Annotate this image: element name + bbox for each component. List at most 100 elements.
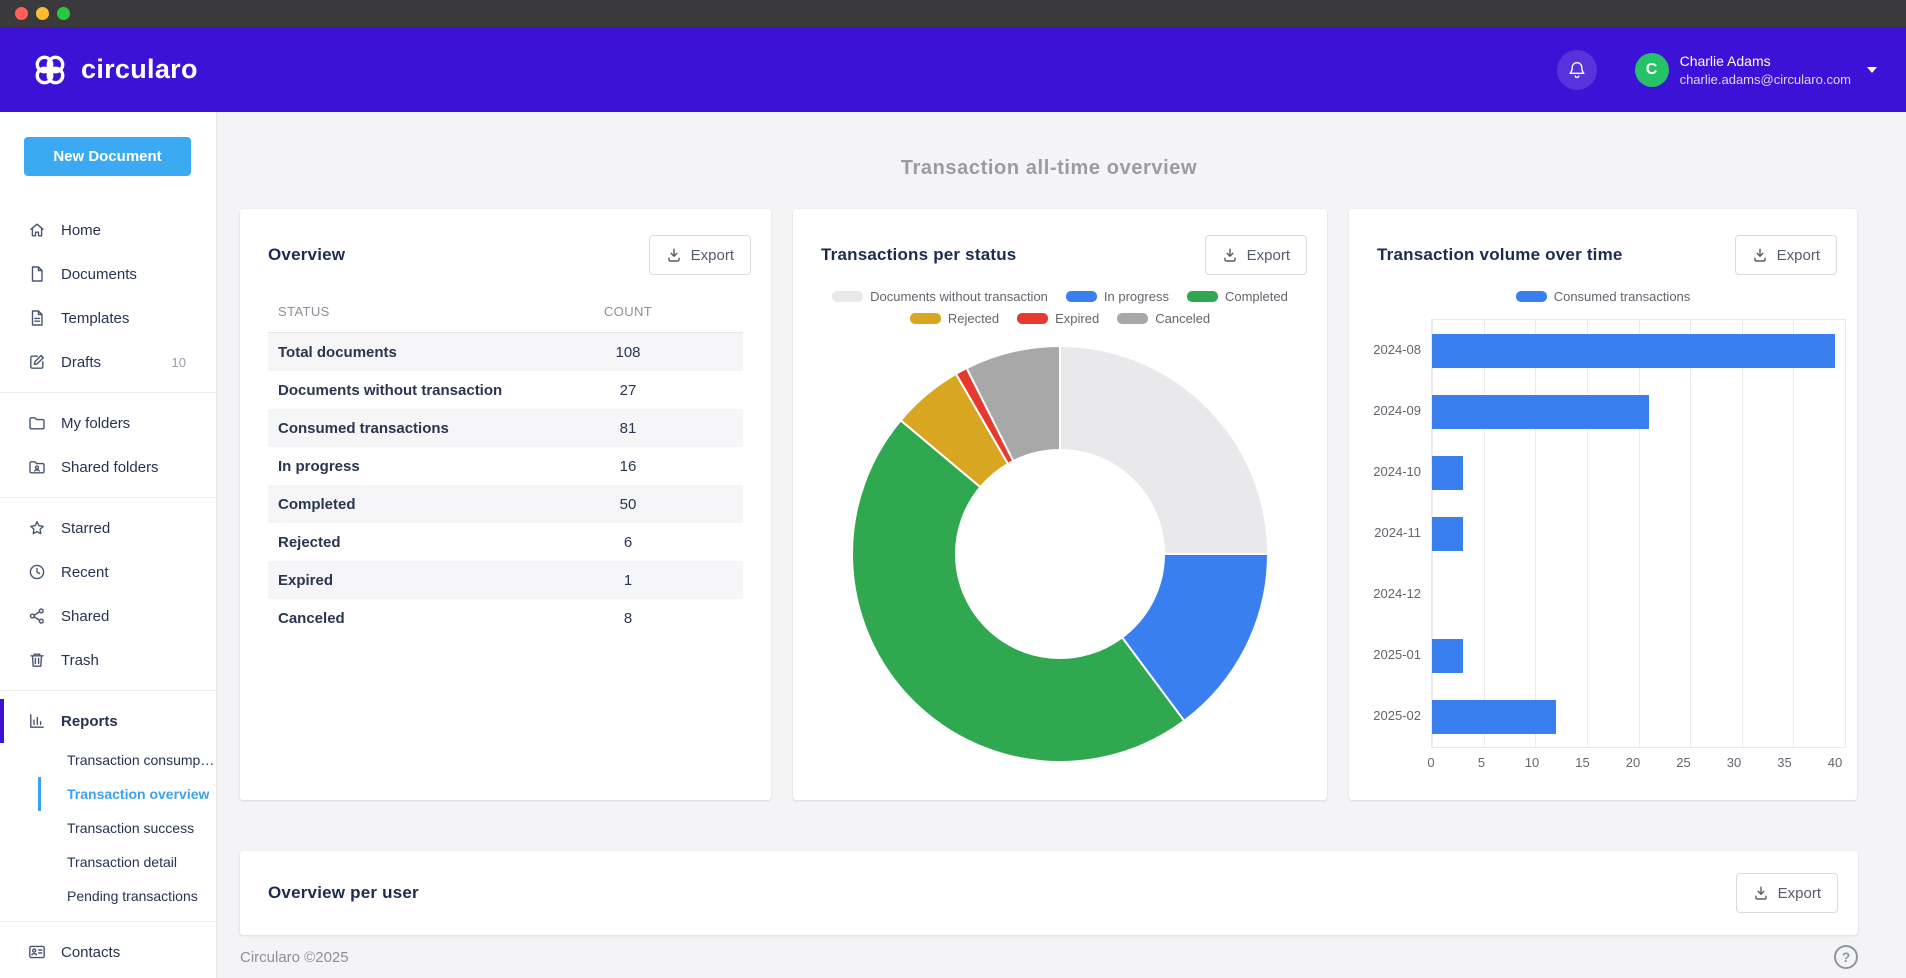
- cell-count: 16: [523, 458, 733, 475]
- per-user-card-title: Overview per user: [268, 883, 419, 903]
- legend-row: Documents without transaction In progress…: [793, 289, 1327, 304]
- app-window: circularo C Charlie Adams charlie.adams@…: [0, 0, 1906, 978]
- sidebar-item-home[interactable]: Home: [0, 208, 216, 252]
- volume-legend: Consumed transactions: [1349, 289, 1857, 304]
- overview-card-title: Overview: [268, 245, 345, 265]
- chevron-down-icon[interactable]: [1866, 66, 1878, 74]
- sidebar-item-recent[interactable]: Recent: [0, 550, 216, 594]
- sidebar-item-label: Documents: [61, 266, 137, 283]
- sidebar-item-label: Pending transactions: [67, 888, 198, 904]
- drafts-count-badge: 10: [172, 355, 186, 370]
- clock-icon: [28, 563, 46, 581]
- sidebar-item-reports[interactable]: Reports: [0, 699, 216, 743]
- sidebar-subitem-transaction-consumpt[interactable]: Transaction consumpt…: [38, 743, 216, 777]
- share-icon: [28, 607, 46, 625]
- logo-text: circularo: [81, 54, 198, 85]
- sidebar-divider: [0, 690, 216, 691]
- download-icon: [1753, 885, 1769, 901]
- template-icon: [28, 309, 46, 327]
- zoom-button[interactable]: [57, 7, 70, 20]
- sidebar-item-contacts[interactable]: Contacts: [0, 930, 216, 974]
- legend-item-documents-without-transaction[interactable]: Documents without transaction: [832, 289, 1048, 304]
- app-header: circularo C Charlie Adams charlie.adams@…: [0, 27, 1906, 112]
- cell-count: 50: [523, 496, 733, 513]
- cell-status: Expired: [278, 572, 523, 589]
- export-volume-button[interactable]: Export: [1735, 235, 1837, 275]
- bar-row: [1432, 442, 1845, 503]
- sidebar-item-my-folders[interactable]: My folders: [0, 401, 216, 445]
- legend-item-consumed-transactions[interactable]: Consumed transactions: [1516, 289, 1691, 304]
- sidebar-item-shared[interactable]: Shared: [0, 594, 216, 638]
- bar-2024-10: [1432, 456, 1463, 490]
- minimize-button[interactable]: [36, 7, 49, 20]
- circularo-logo[interactable]: circularo: [30, 50, 198, 90]
- x-tick-label: 15: [1575, 755, 1589, 770]
- folder-icon: [28, 414, 46, 432]
- sidebar-item-label: Trash: [61, 652, 99, 669]
- sidebar-subitem-transaction-success[interactable]: Transaction success: [38, 811, 216, 845]
- legend-label: Completed: [1225, 289, 1288, 304]
- y-tick-label: 2024-12: [1349, 563, 1431, 624]
- legend-item-canceled[interactable]: Canceled: [1117, 311, 1210, 326]
- x-tick-label: 5: [1478, 755, 1485, 770]
- help-icon[interactable]: ?: [1834, 945, 1858, 969]
- export-status-button[interactable]: Export: [1205, 235, 1307, 275]
- sidebar-subitem-transaction-detail[interactable]: Transaction detail: [38, 845, 216, 879]
- sidebar-item-drafts[interactable]: Drafts 10: [0, 340, 216, 384]
- sidebar-subitem-pending-transactions[interactable]: Pending transactions: [38, 879, 216, 913]
- cell-status: Total documents: [278, 344, 523, 361]
- sidebar-item-label: Transaction success: [67, 820, 194, 836]
- sidebar-item-label: Starred: [61, 520, 110, 537]
- cell-count: 108: [523, 344, 733, 361]
- volume-bar-chart: 2024-082024-092024-102024-112024-122025-…: [1349, 304, 1857, 774]
- legend-row: Consumed transactions: [1349, 289, 1857, 304]
- legend-swatch: [1066, 291, 1097, 302]
- page-title: Transaction all-time overview: [240, 157, 1858, 185]
- legend-row: Rejected Expired Canceled: [793, 311, 1327, 326]
- table-header: STATUS COUNT: [268, 291, 743, 333]
- col-count-header: COUNT: [523, 304, 733, 319]
- legend-label: Documents without transaction: [870, 289, 1048, 304]
- y-tick-label: 2025-01: [1349, 624, 1431, 685]
- status-donut-svg: [848, 342, 1272, 766]
- bar-row: [1432, 320, 1845, 381]
- bar-2024-09: [1432, 395, 1649, 429]
- cell-status: Consumed transactions: [278, 420, 523, 437]
- table-row: Total documents108: [268, 333, 743, 371]
- volume-card: Transaction volume over time Export Cons…: [1349, 209, 1857, 800]
- home-icon: [28, 221, 46, 239]
- sidebar-item-label: Templates: [61, 310, 129, 327]
- cell-status: Completed: [278, 496, 523, 513]
- sidebar-item-trash[interactable]: Trash: [0, 638, 216, 682]
- y-tick-label: 2024-11: [1349, 502, 1431, 563]
- legend-item-in-progress[interactable]: In progress: [1066, 289, 1169, 304]
- x-tick-label: 20: [1626, 755, 1640, 770]
- sidebar-item-label: Drafts: [61, 354, 101, 371]
- legend-label: Consumed transactions: [1554, 289, 1691, 304]
- status-legend: Documents without transaction In progress…: [793, 289, 1327, 326]
- notifications-button[interactable]: [1557, 50, 1597, 90]
- overview-table: STATUS COUNT Total documents108Documents…: [268, 291, 743, 637]
- sidebar-subitem-transaction-overview[interactable]: Transaction overview: [38, 777, 216, 811]
- status-donut-chart: [793, 342, 1327, 766]
- cell-count: 8: [523, 610, 733, 627]
- export-overview-button[interactable]: Export: [649, 235, 751, 275]
- new-document-button[interactable]: New Document: [24, 137, 191, 176]
- user-name: Charlie Adams: [1680, 53, 1851, 69]
- sidebar-divider: [0, 921, 216, 922]
- legend-swatch: [1187, 291, 1218, 302]
- user-menu[interactable]: C Charlie Adams charlie.adams@circularo.…: [1635, 53, 1878, 87]
- close-button[interactable]: [15, 7, 28, 20]
- sidebar-item-documents[interactable]: Documents: [0, 252, 216, 296]
- x-tick-label: 0: [1427, 755, 1434, 770]
- col-status-header: STATUS: [278, 304, 523, 319]
- legend-item-completed[interactable]: Completed: [1187, 289, 1288, 304]
- sidebar-item-shared-folders[interactable]: Shared folders: [0, 445, 216, 489]
- legend-item-expired[interactable]: Expired: [1017, 311, 1099, 326]
- export-per-user-button[interactable]: Export: [1736, 873, 1838, 913]
- per-user-card: Overview per user Export: [240, 851, 1858, 935]
- sidebar-item-starred[interactable]: Starred: [0, 506, 216, 550]
- sidebar-item-templates[interactable]: Templates: [0, 296, 216, 340]
- sidebar-item-label: Shared folders: [61, 459, 159, 476]
- legend-item-rejected[interactable]: Rejected: [910, 311, 999, 326]
